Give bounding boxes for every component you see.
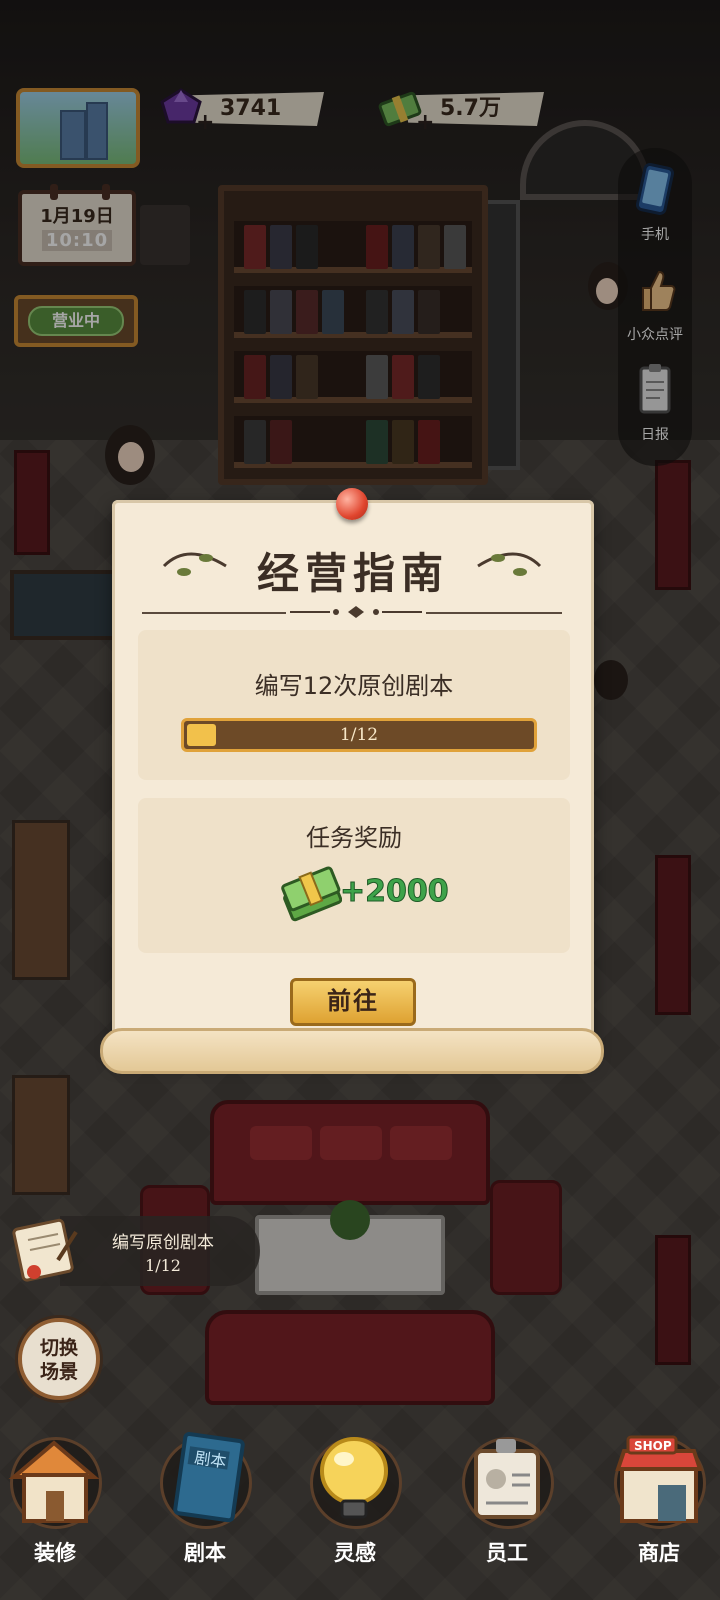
nav-decorate[interactable]: 装修 [0,1425,110,1600]
quest-scroll-icon [12,1218,78,1282]
reward-title: 任务奖励 [306,824,402,852]
task-card [138,630,570,780]
script-book-icon: 剧本 [173,1432,245,1523]
quest-name: 编写原创剧本 [112,1233,214,1253]
reward-amount: +2000 [340,874,450,910]
pushpin-icon [336,488,368,520]
nav-inspiration[interactable]: 灵感 [300,1425,410,1600]
lightbulb-icon [320,1437,388,1519]
nav-staff[interactable]: 员工 [452,1425,562,1600]
nav-scripts-label: 剧本 [184,1541,226,1565]
svg-text:SHOP: SHOP [634,1439,672,1453]
nav-scripts[interactable]: 剧本 剧本 [150,1425,260,1600]
go-button[interactable]: 前往 [290,978,416,1026]
scroll-roll [100,1028,604,1074]
nav-inspiration-label: 灵感 [334,1541,376,1565]
switch-scene-button[interactable]: 切换 场景 [18,1318,100,1400]
task-description: 编写12次原创剧本 [254,672,454,700]
id-badge-icon [474,1439,540,1519]
divider-ornament-icon [286,606,426,618]
cash-stack-icon [281,866,342,922]
nav-decorate-label: 装修 [34,1541,76,1565]
switch-scene-line-2: 场景 [39,1361,78,1383]
shop-icon: SHOP [615,1435,703,1523]
quest-progress: 1/12 [145,1256,181,1275]
switch-scene-line-1: 切换 [39,1337,78,1359]
nav-staff-label: 员工 [486,1541,528,1565]
dialog-title: 经营指南 [256,549,449,598]
progress-label: 1/12 [339,725,379,745]
nav-shop-label: 商店 [638,1541,680,1565]
house-icon [8,1440,100,1523]
nav-shop[interactable]: SHOP 商店 [604,1425,714,1600]
